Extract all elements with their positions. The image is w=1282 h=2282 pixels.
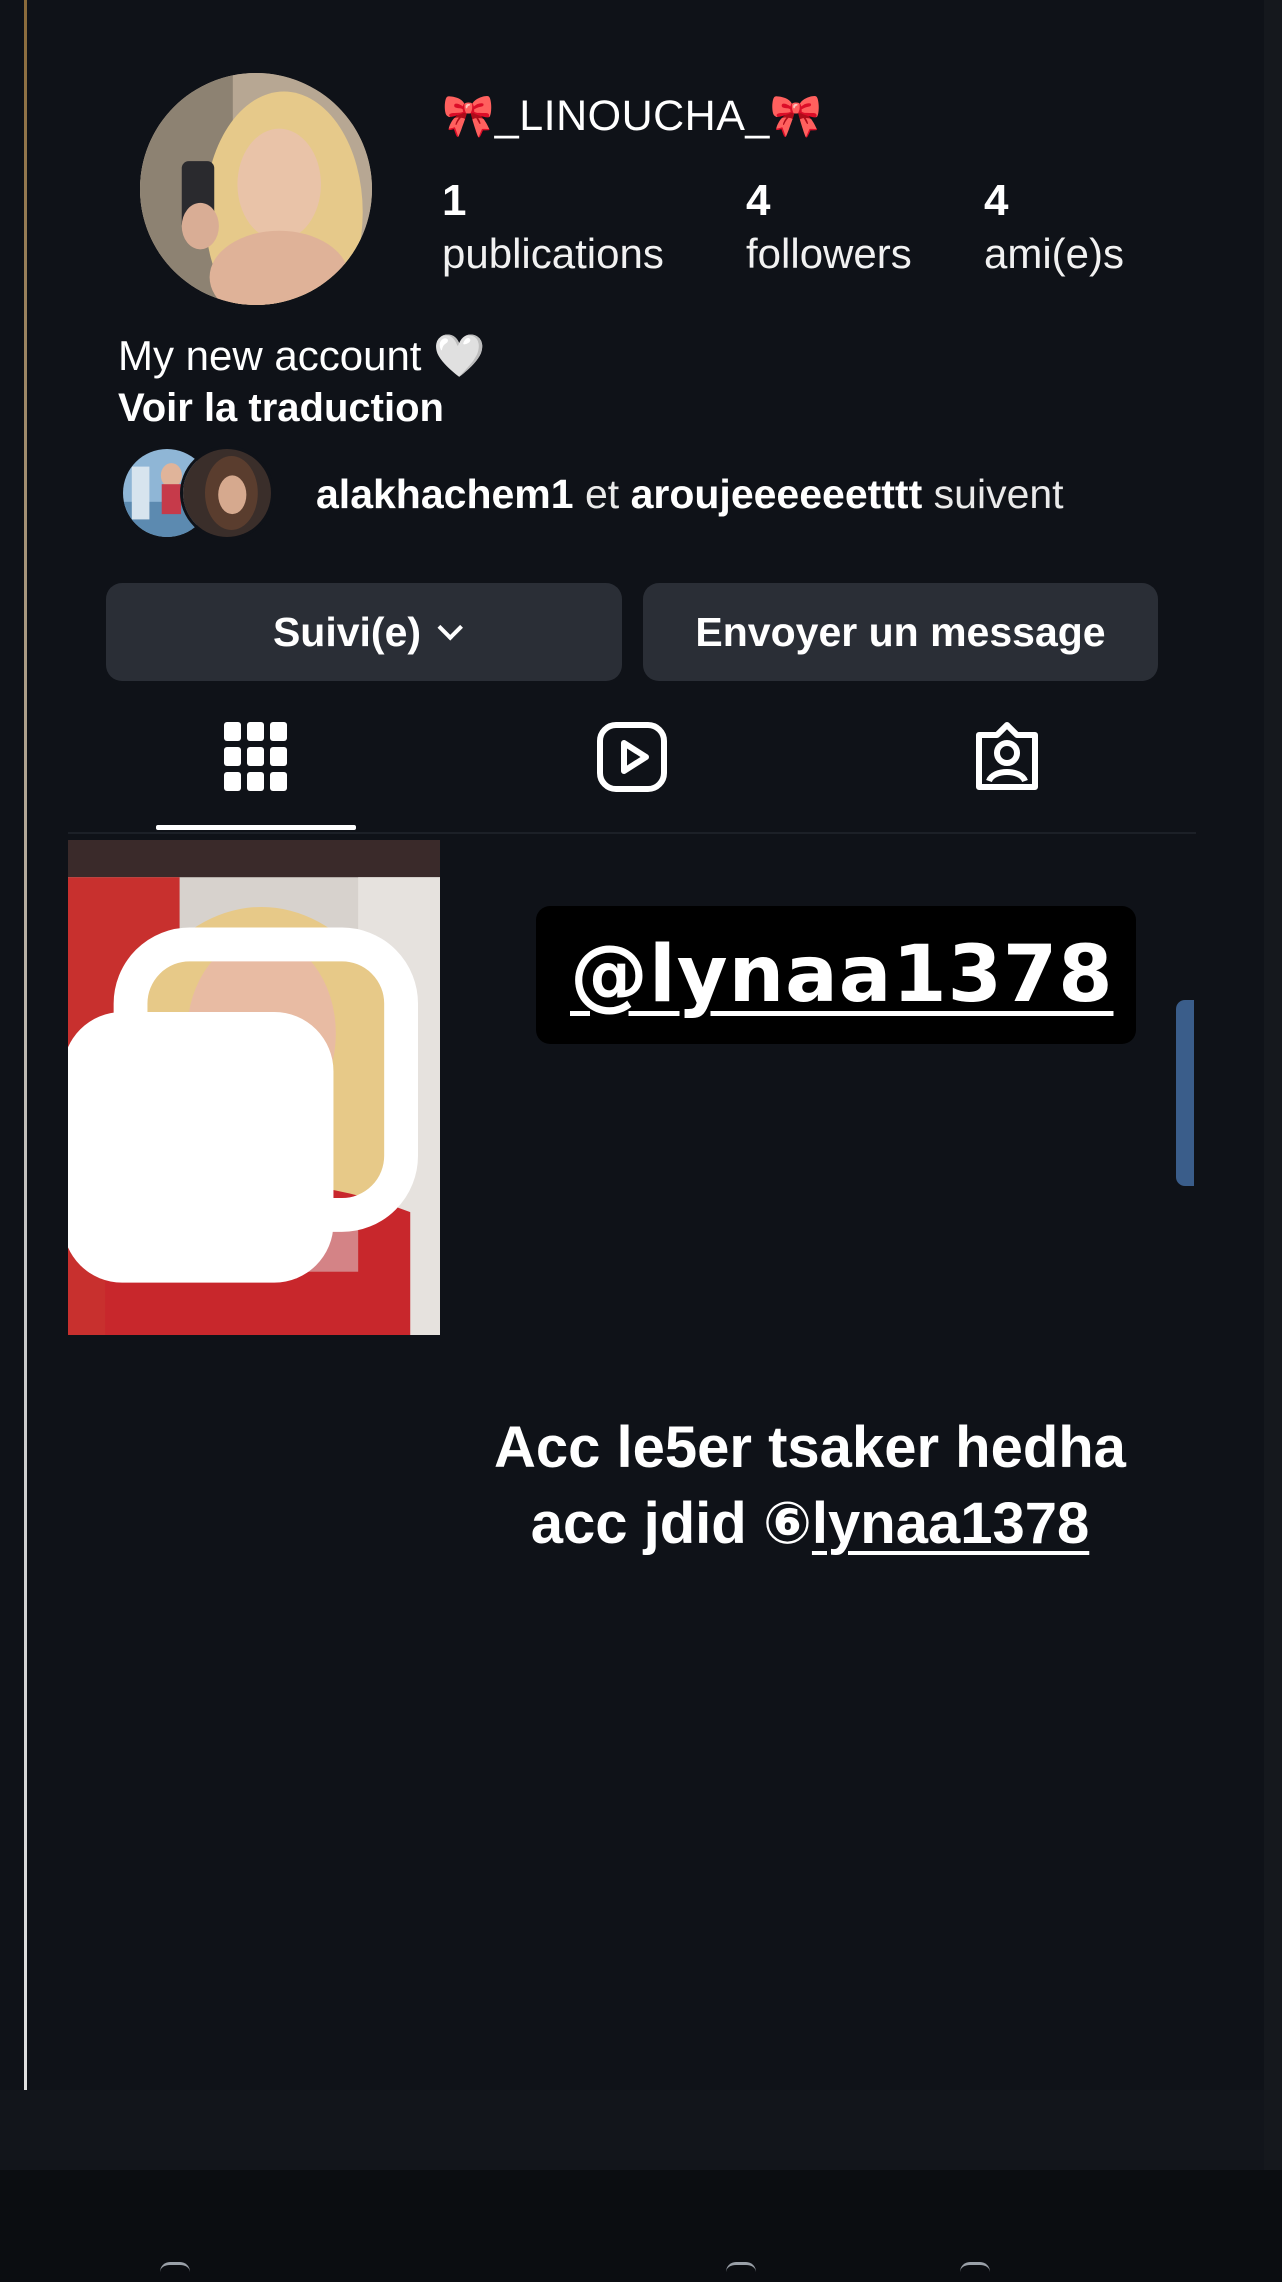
post-thumbnail[interactable] xyxy=(68,840,440,1335)
side-scroll-indicator[interactable] xyxy=(1176,1000,1194,1186)
bow-icon: 🎀 xyxy=(769,92,823,139)
profile-avatar[interactable] xyxy=(140,73,372,305)
mutual-connector: et xyxy=(584,471,620,517)
nav-back-icon[interactable] xyxy=(160,2262,190,2282)
stat-label: publications xyxy=(442,230,664,277)
stat-label: ami(e)s xyxy=(984,230,1125,277)
mutual-user[interactable]: alakhachem1 xyxy=(316,471,574,517)
following-label: Suivi(e) xyxy=(272,608,422,655)
tab-posts[interactable] xyxy=(211,712,301,802)
stat-label: followers xyxy=(746,230,912,277)
nav-recents-icon[interactable] xyxy=(960,2262,990,2282)
stat-value: 4 xyxy=(746,176,771,225)
mutual-avatar xyxy=(180,446,274,540)
mention-sticker[interactable]: @lynaa1378 xyxy=(536,906,1136,1044)
stat-friends[interactable]: 4 ami(e)s xyxy=(984,176,1124,282)
right-edge xyxy=(1264,0,1282,2170)
send-message-button[interactable]: Envoyer un message xyxy=(643,583,1158,681)
caption-mention-link[interactable]: lynaa1378 xyxy=(812,1491,1089,1556)
tab-tagged[interactable] xyxy=(962,712,1052,802)
stat-publications[interactable]: 1 publications xyxy=(442,176,664,282)
caption-prefix: acc jdid xyxy=(530,1491,763,1556)
send-message-label: Envoyer un message xyxy=(695,608,1106,655)
system-nav-bar xyxy=(0,2170,1282,2282)
caption-symbol: ⑥ xyxy=(762,1491,812,1556)
profile-page: 🎀 _LINOUCHA_ 🎀 1 publications 4 follower… xyxy=(0,0,1282,2282)
profile-username: 🎀 _LINOUCHA_ 🎀 xyxy=(442,92,823,141)
reels-icon xyxy=(597,722,667,792)
active-tab-indicator xyxy=(156,825,356,830)
left-edge xyxy=(24,0,27,2092)
multiple-images-icon xyxy=(68,927,418,1283)
grid-icon xyxy=(224,722,287,791)
caption-line-2: acc jdid ⑥lynaa1378 xyxy=(420,1486,1200,1562)
caption-line-1: Acc le5er tsaker hedha xyxy=(494,1415,1126,1480)
stat-value: 1 xyxy=(442,176,467,225)
mutual-followers-text[interactable]: alakhachem1 et aroujeeeeeetttt suivent xyxy=(316,468,1064,520)
story-caption: Acc le5er tsaker hedha acc jdid ⑥lynaa13… xyxy=(420,1410,1200,1562)
chevron-down-icon xyxy=(437,615,464,641)
following-button[interactable]: Suivi(e) xyxy=(106,583,622,681)
bow-icon: 🎀 xyxy=(442,92,495,139)
nav-home-icon[interactable] xyxy=(726,2262,756,2282)
tab-reels[interactable] xyxy=(587,712,677,802)
mutual-user[interactable]: aroujeeeeeetttt xyxy=(631,471,923,517)
mutual-suffix: suivent xyxy=(933,471,1064,517)
username-text: _LINOUCHA_ xyxy=(494,92,770,140)
see-translation-link[interactable]: Voir la traduction xyxy=(118,382,444,434)
tabs-divider xyxy=(68,832,1196,834)
mention-handle[interactable]: @lynaa1378 xyxy=(570,930,1113,1020)
tagged-icon xyxy=(976,722,1038,790)
profile-bio: My new account 🤍 xyxy=(118,332,486,379)
mutual-followers-avatars[interactable] xyxy=(120,446,290,542)
stat-followers[interactable]: 4 followers xyxy=(746,176,912,282)
bottom-strip xyxy=(0,2090,1264,2170)
stat-value: 4 xyxy=(984,176,1009,225)
